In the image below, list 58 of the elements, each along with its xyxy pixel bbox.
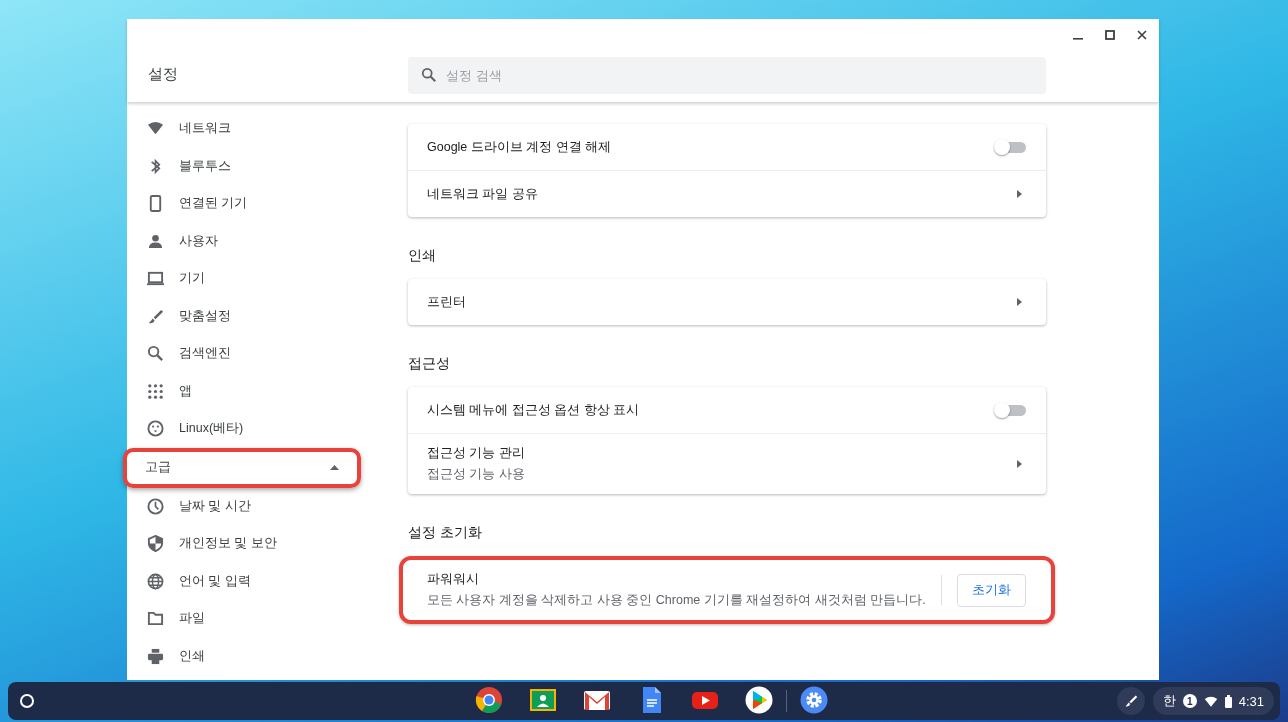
section-heading: 인쇄	[408, 247, 437, 265]
setting-description: 모든 사용자 계정을 삭제하고 사용 중인 Chrome 기기를 재설정하여 새것처럼 만듭니다.	[427, 592, 927, 609]
caret-icon	[330, 465, 339, 470]
play-store-icon[interactable]	[744, 686, 774, 716]
menu-item-icon	[147, 345, 164, 363]
sidebar-item[interactable]: 연결된 기기	[127, 185, 378, 223]
sidebar-item[interactable]: 블루투스	[127, 147, 378, 185]
toggle-switch[interactable]	[994, 139, 1026, 155]
settings-icon[interactable]	[799, 686, 829, 716]
sidebar-item[interactable]: 기기	[127, 260, 378, 298]
chrome-icon[interactable]	[474, 686, 504, 716]
setting-label: 시스템 메뉴에 접근성 옵션 항상 표시	[427, 401, 641, 419]
menu-item-icon	[147, 535, 164, 553]
setting-label: 파워워시	[427, 571, 480, 588]
search-icon	[421, 67, 437, 83]
notification-count: 1	[1182, 694, 1197, 708]
reset-button[interactable]: 초기화	[957, 573, 1026, 607]
clock-time: 4:31	[1238, 693, 1264, 709]
sidebar-item[interactable]: 개인정보 및 보안	[127, 525, 378, 563]
chevron-right-icon[interactable]	[1017, 460, 1022, 468]
menu-item-icon	[147, 307, 164, 325]
menu-item-icon	[147, 647, 164, 665]
menu-item-icon	[147, 232, 164, 250]
chevron-right-icon[interactable]	[1017, 190, 1022, 198]
chevron-right-icon[interactable]	[1017, 298, 1022, 306]
sidebar-item[interactable]: 인쇄	[127, 637, 378, 675]
section-heading: 설정 초기화	[408, 524, 483, 542]
setting-label: 접근성 기능 관리	[427, 445, 526, 462]
input-method-label: 한	[1162, 692, 1176, 710]
setting-label: 프린터	[427, 293, 467, 311]
sidebar-item[interactable]: 맞춤설정	[127, 297, 378, 335]
menu-item-icon	[147, 572, 164, 590]
status-tray[interactable]: 한 1 4:31	[1152, 687, 1274, 715]
sidebar-item[interactable]: 검색엔진	[127, 335, 378, 373]
window-title: 설정	[147, 65, 179, 84]
sidebar-item[interactable]: 파일	[127, 600, 378, 638]
sidebar-item[interactable]: 네트워크	[127, 110, 378, 148]
toggle-switch[interactable]	[994, 402, 1026, 418]
stylus-pen-icon[interactable]	[1116, 687, 1145, 715]
menu-item-icon	[147, 195, 164, 213]
battery-icon	[1224, 694, 1232, 708]
search-field[interactable]: 설정 검색	[408, 57, 1046, 94]
menu-item-icon	[147, 382, 164, 400]
sidebar-item[interactable]: 앱	[127, 372, 378, 410]
setting-description: 접근성 기능 사용	[427, 466, 526, 483]
section-heading: 접근성	[408, 355, 451, 373]
sidebar-item[interactable]: Linux(베타)	[127, 410, 378, 448]
menu-item-icon	[147, 497, 164, 515]
sidebar-item[interactable]: 사용자	[127, 222, 378, 260]
setting-label: Google 드라이브 계정 연결 해제	[427, 138, 613, 156]
menu-item-icon	[147, 610, 164, 628]
advanced-section-toggle[interactable]: 고급	[123, 447, 361, 488]
wifi-icon	[1203, 695, 1218, 707]
menu-item-icon	[147, 270, 164, 288]
sidebar-item[interactable]: 언어 및 입력	[127, 562, 378, 600]
menu-item-icon	[147, 420, 164, 438]
setting-label: 네트워크 파일 공유	[427, 185, 539, 203]
sidebar-item[interactable]: 날짜 및 시간	[127, 487, 378, 525]
